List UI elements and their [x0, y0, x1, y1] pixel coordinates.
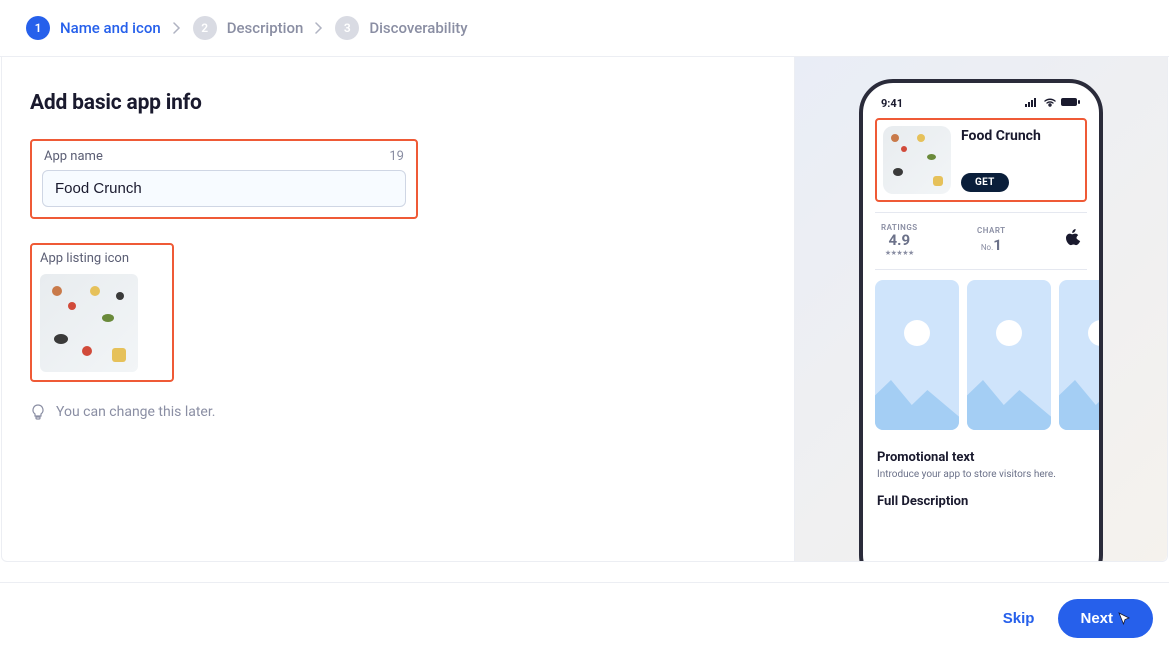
wifi-icon	[1043, 97, 1057, 110]
step-number: 1	[26, 16, 50, 40]
step-label: Description	[227, 19, 304, 37]
app-name-label: App name	[44, 149, 103, 164]
chart-value: 1	[993, 236, 1002, 254]
status-time: 9:41	[881, 97, 903, 110]
page-title: Add basic app info	[30, 91, 766, 115]
step-discoverability[interactable]: 3 Discoverability	[335, 16, 467, 40]
ratings-stat: RATINGS 4.9 ★★★★★	[881, 223, 918, 257]
platform-stat	[1065, 229, 1081, 251]
divider	[875, 212, 1087, 213]
ratings-value: 4.9	[881, 232, 918, 249]
next-button[interactable]: Next	[1058, 599, 1153, 638]
battery-icon	[1061, 97, 1081, 110]
preview-get-button: GET	[961, 173, 1009, 192]
preview-stats: RATINGS 4.9 ★★★★★ CHART No.1	[875, 221, 1087, 261]
screenshot-placeholder	[1059, 280, 1103, 430]
app-icon-label: App listing icon	[40, 251, 164, 266]
preview-screenshots	[875, 280, 1087, 430]
chart-label: CHART	[977, 226, 1006, 235]
preview-app-card: Food Crunch GET	[875, 118, 1087, 202]
step-label: Name and icon	[60, 19, 161, 37]
step-description[interactable]: 2 Description	[193, 16, 304, 40]
app-name-chars-remaining: 19	[389, 149, 404, 164]
preview-app-title: Food Crunch	[961, 128, 1041, 144]
step-number: 3	[335, 16, 359, 40]
hint-text: You can change this later.	[30, 404, 766, 420]
step-name-and-icon[interactable]: 1 Name and icon	[26, 16, 161, 40]
stepper: 1 Name and icon 2 Description 3 Discover…	[0, 0, 1169, 57]
step-label: Discoverability	[369, 19, 467, 37]
main-content: Add basic app info App name 19 App listi…	[2, 57, 1167, 561]
skip-button[interactable]: Skip	[1003, 610, 1035, 627]
promotional-text-block: Promotional text Introduce your app to s…	[875, 450, 1087, 480]
screenshot-placeholder	[875, 280, 959, 430]
chevron-right-icon	[315, 19, 323, 38]
divider	[875, 269, 1087, 270]
chart-prefix: No.	[981, 243, 993, 252]
app-icon-thumbnail[interactable]	[40, 274, 138, 372]
chevron-right-icon	[173, 19, 181, 38]
full-description-heading: Full Description	[875, 494, 1087, 509]
next-button-label: Next	[1080, 610, 1113, 627]
chart-stat: CHART No.1	[977, 226, 1006, 254]
app-name-input[interactable]	[42, 170, 406, 207]
screenshot-placeholder	[967, 280, 1051, 430]
phone-preview: 9:41	[859, 79, 1103, 561]
promotional-subtitle: Introduce your app to store visitors her…	[877, 469, 1085, 480]
promotional-title: Promotional text	[877, 450, 1085, 465]
hint-label: You can change this later.	[56, 404, 215, 420]
preview-app-icon	[883, 126, 951, 194]
app-name-field-group: App name 19	[30, 139, 418, 219]
form-panel: Add basic app info App name 19 App listi…	[2, 57, 795, 561]
cursor-icon	[1117, 612, 1131, 626]
preview-panel: 9:41	[795, 57, 1167, 561]
step-number: 2	[193, 16, 217, 40]
apple-icon	[1065, 229, 1081, 247]
app-icon-field-group: App listing icon	[30, 243, 174, 382]
lightbulb-icon	[30, 404, 46, 420]
signal-icon	[1025, 97, 1039, 110]
phone-statusbar: 9:41	[875, 97, 1087, 118]
ratings-stars: ★★★★★	[881, 249, 918, 257]
footer-actions: Skip Next	[0, 582, 1169, 654]
